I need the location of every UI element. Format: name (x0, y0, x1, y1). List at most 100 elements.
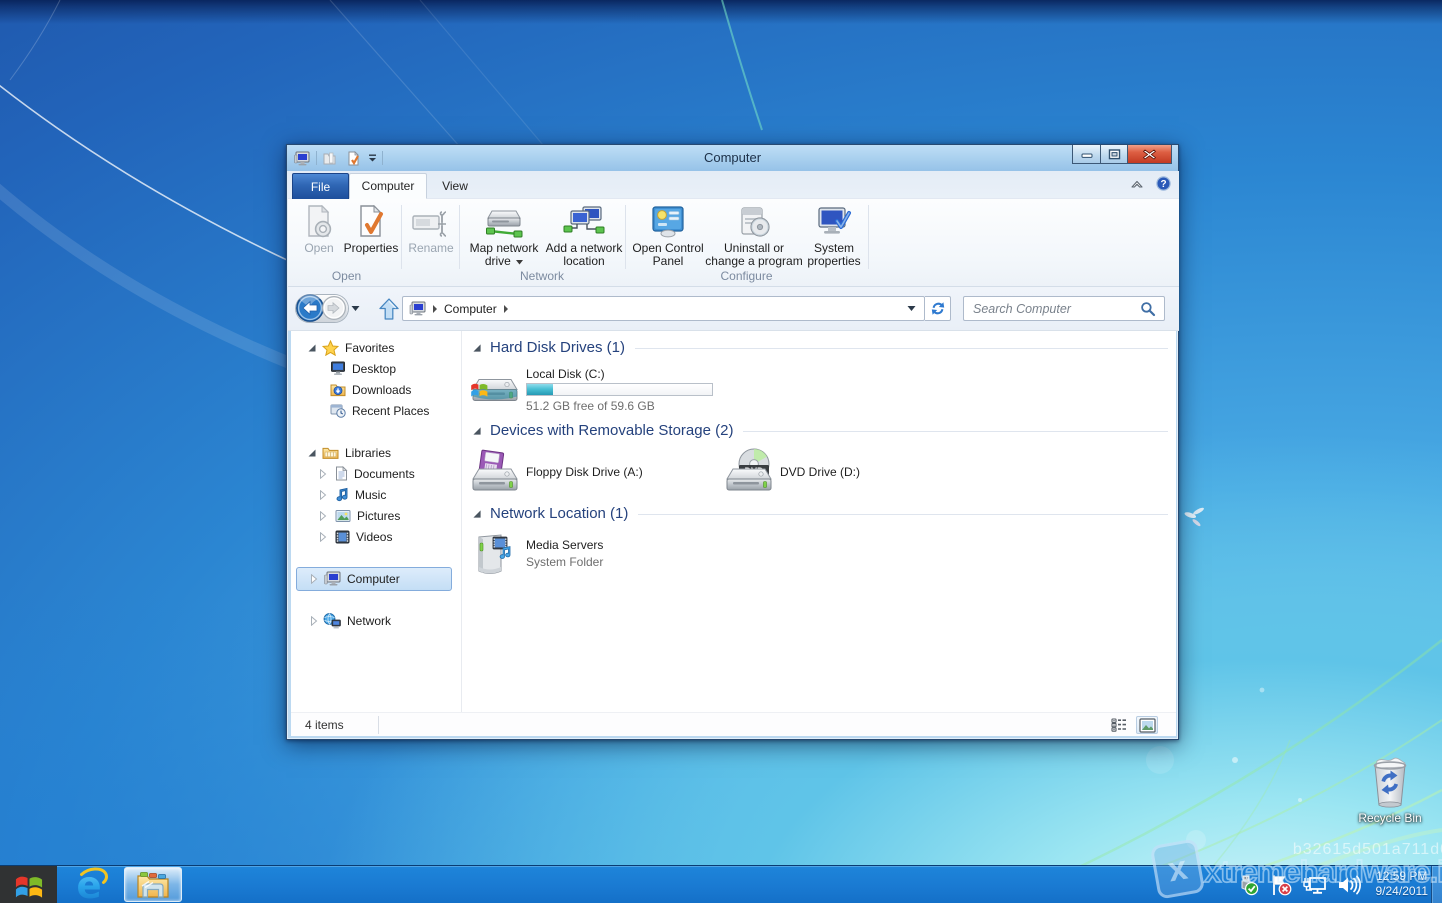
ribbon-button-label: Map network drive (470, 242, 539, 268)
sidebar-item-downloads[interactable]: Downloads (330, 379, 411, 400)
item-floppy-drive[interactable]: Floppy Disk Drive (A:) (471, 448, 721, 496)
tab-view[interactable]: View (427, 173, 483, 199)
expander-expanded-icon[interactable] (307, 343, 317, 353)
sidebar-item-network[interactable]: Network (309, 610, 391, 631)
expander-collapsed-icon[interactable] (318, 469, 328, 479)
ribbon-button-label: Open (304, 242, 333, 255)
map-network-drive-icon (484, 205, 524, 239)
address-dropdown-icon[interactable] (907, 305, 916, 312)
section-expander-icon[interactable] (472, 509, 482, 519)
search-icon[interactable] (1140, 301, 1156, 317)
minimize-button[interactable] (1072, 145, 1100, 164)
sidebar-item-label: Recent Places (352, 404, 429, 418)
breadcrumb-computer-icon (409, 301, 426, 317)
ribbon-open-control-panel-button[interactable]: Open ControlPanel (629, 203, 707, 268)
tray-network-icon[interactable] (1302, 874, 1328, 896)
dropdown-arrow-icon (516, 260, 523, 265)
explorer-icon (136, 870, 170, 900)
refresh-button[interactable] (925, 296, 951, 321)
section-header-removable[interactable]: Devices with Removable Storage (2) (472, 422, 1168, 439)
tab-computer[interactable]: Computer (349, 173, 427, 199)
ribbon-button-label: properties (807, 254, 860, 268)
qat-new-folder-icon[interactable] (322, 151, 337, 166)
maximize-button[interactable] (1100, 145, 1127, 164)
section-header-rule (638, 514, 1168, 515)
expander-collapsed-icon[interactable] (309, 574, 319, 584)
taskbar-internet-explorer[interactable]: e (70, 866, 112, 903)
qat-dropdown-icon[interactable] (368, 154, 377, 162)
ribbon-map-network-drive-button[interactable]: Map network drive (462, 203, 546, 268)
up-button[interactable] (379, 298, 399, 320)
ribbon-group-label-network: Network (459, 269, 625, 283)
forward-button[interactable] (321, 295, 347, 321)
help-icon[interactable]: ? (1156, 176, 1171, 191)
section-expander-icon[interactable] (472, 426, 482, 436)
ribbon-group-label-open: Open (292, 269, 401, 283)
sidebar-item-libraries[interactable]: Libraries (307, 442, 391, 463)
sidebar-item-desktop[interactable]: Desktop (330, 358, 396, 379)
ribbon-system-properties-button[interactable]: Systemproperties (801, 203, 867, 268)
media-servers-subtext: System Folder (526, 555, 603, 569)
qat-separator (382, 151, 383, 165)
item-media-servers[interactable]: Media Servers System Folder (471, 531, 721, 579)
close-button[interactable] (1127, 145, 1172, 164)
title-bar[interactable]: Computer (287, 145, 1178, 171)
section-header-hdd[interactable]: Hard Disk Drives (1) (472, 339, 1168, 356)
tray-usb-icon[interactable] (1236, 874, 1260, 896)
start-button[interactable] (0, 866, 57, 903)
expander-collapsed-icon[interactable] (309, 616, 319, 626)
item-local-disk[interactable]: Local Disk (C:) 51.2 GB free of 59.6 GB (471, 367, 721, 415)
tab-file[interactable]: File (292, 173, 349, 199)
taskbar: e (0, 865, 1442, 903)
taskbar-clock[interactable]: 12:59 PM 9/24/2011 (1376, 869, 1429, 899)
libraries-icon (322, 445, 339, 460)
tray-volume-icon[interactable] (1337, 874, 1362, 896)
breadcrumb-arrow-icon[interactable] (433, 305, 437, 313)
window-title: Computer (287, 150, 1178, 165)
breadcrumb-arrow-icon[interactable] (504, 305, 508, 313)
sidebar-item-videos[interactable]: Videos (318, 526, 392, 547)
sidebar-item-pictures[interactable]: Pictures (318, 505, 400, 526)
item-dvd-drive[interactable]: DVD DVD Drive (D:) (725, 448, 975, 496)
section-expander-icon[interactable] (472, 343, 482, 353)
sidebar-item-computer[interactable]: Computer (309, 568, 400, 589)
show-desktop-button[interactable] (1431, 866, 1442, 903)
sidebar-item-music[interactable]: Music (318, 484, 386, 505)
details-view-icon (1111, 718, 1127, 732)
ribbon-button-label: Rename (408, 242, 453, 255)
windows-start-icon (14, 870, 44, 900)
dvd-drive-icon: DVD (725, 448, 773, 496)
expander-collapsed-icon[interactable] (318, 532, 328, 542)
sidebar-item-label: Network (347, 614, 391, 628)
ribbon-button-label: Map network (470, 241, 539, 255)
search-placeholder: Search Computer (964, 302, 1140, 316)
system-tray (1236, 866, 1362, 903)
sidebar-item-recent-places[interactable]: Recent Places (330, 400, 429, 421)
ribbon-properties-button[interactable]: Properties (340, 203, 402, 255)
section-header-network[interactable]: Network Location (1) (472, 505, 1168, 522)
tray-action-center-icon[interactable] (1269, 874, 1293, 896)
flower-sparkle (1184, 507, 1205, 528)
qat-properties-icon[interactable] (346, 151, 361, 166)
taskbar-explorer[interactable] (124, 867, 182, 902)
breadcrumb-computer[interactable]: Computer (444, 302, 497, 316)
expander-collapsed-icon[interactable] (318, 490, 328, 500)
expander-expanded-icon[interactable] (307, 448, 317, 458)
section-header-title: Devices with Removable Storage (2) (490, 422, 733, 439)
documents-icon (335, 466, 348, 481)
recent-pages-dropdown[interactable] (351, 305, 360, 312)
sidebar-item-favorites[interactable]: Favorites (307, 337, 394, 358)
address-bar[interactable]: Computer (402, 296, 925, 321)
minimize-ribbon-icon[interactable] (1130, 178, 1144, 190)
expander-collapsed-icon[interactable] (318, 511, 328, 521)
ribbon-add-network-location-button[interactable]: Add a networklocation (544, 203, 624, 268)
details-view-button[interactable] (1108, 716, 1130, 734)
favorites-icon (322, 340, 339, 356)
ribbon-button-label: location (563, 254, 604, 268)
ribbon-button-label: Properties (344, 242, 399, 255)
recycle-bin[interactable]: Recycle Bin (1352, 755, 1428, 825)
ribbon-uninstall-button[interactable]: Uninstall orchange a program (707, 203, 801, 268)
thumbnail-view-button[interactable] (1136, 716, 1158, 734)
search-box[interactable]: Search Computer (963, 296, 1165, 321)
sidebar-item-documents[interactable]: Documents (318, 463, 415, 484)
